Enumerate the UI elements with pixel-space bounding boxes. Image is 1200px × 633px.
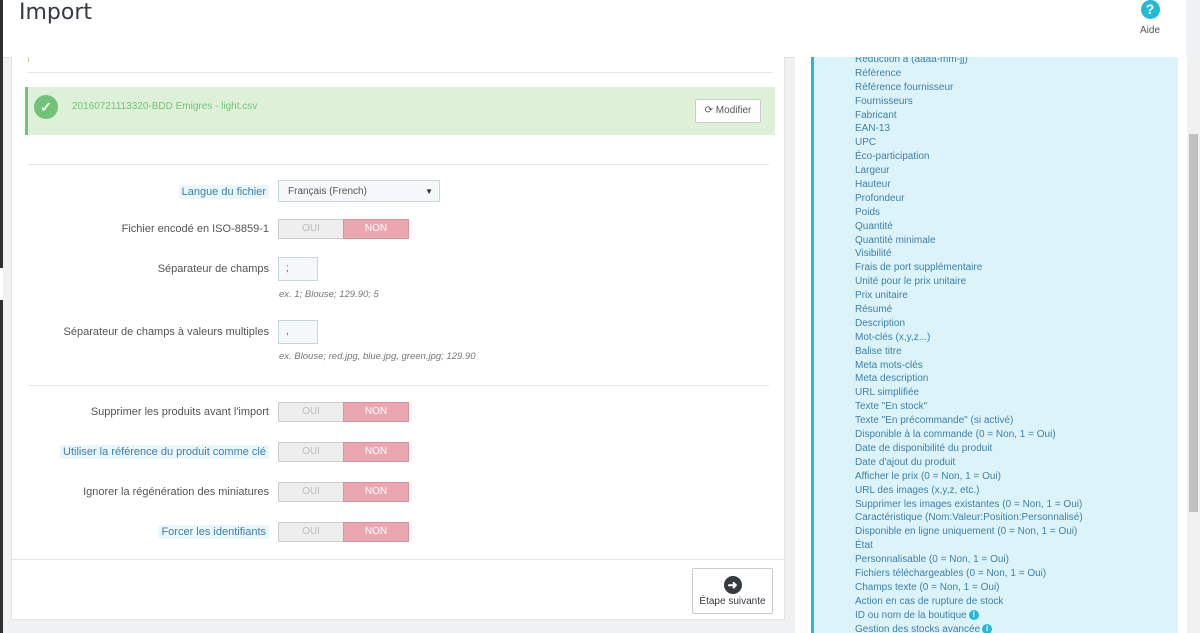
caret-down-icon: ▼	[425, 187, 433, 196]
import-settings-panel: ✓ 20160721113320-BDD Emigres - light.csv…	[11, 57, 785, 620]
next-step-button[interactable]: ➜ Étape suivante	[692, 568, 773, 614]
iso-toggle: OUI NON	[278, 219, 409, 239]
iso-no[interactable]: NON	[343, 219, 409, 239]
field-list-item: Date d'ajout du produit	[855, 456, 956, 468]
info-icon[interactable]: i	[968, 609, 979, 620]
field-list-item: Prix unitaire	[855, 290, 908, 302]
field-list-item: Fournisseurs	[855, 95, 913, 107]
use-reference-label: Utiliser la référence du produit comme c…	[60, 445, 269, 459]
field-list-item: Afficher le prix (0 = Non, 1 = Oui)	[855, 470, 1001, 482]
field-list-item: Unité pour le prix unitaire	[855, 276, 967, 288]
check-icon: ✓	[34, 95, 58, 119]
field-list-item: Caractéristique (Nom:Valeur:Position:Per…	[855, 512, 1083, 524]
field-list-item: Disponible en ligne uniquement (0 = Non,…	[855, 526, 1078, 538]
language-label: Langue du fichier	[178, 185, 269, 199]
multi-separator-hint: ex. Blouse; red.jpg, blue.jpg, green.jpg…	[279, 351, 476, 362]
uploaded-file-box: ✓ 20160721113320-BDD Emigres - light.csv…	[25, 87, 775, 135]
left-edge-bar	[0, 0, 3, 633]
arrow-right-icon: ➜	[723, 576, 742, 594]
help-button[interactable]: ? Aide	[1128, 0, 1172, 36]
refresh-icon: ⟳	[704, 105, 714, 116]
field-list: Réduction à (aaaa-mm-jj) Référence Référen…	[855, 57, 1083, 633]
field-list-item: Action en cas de rupture de stock	[855, 595, 1004, 607]
field-list-item: Personnalisable (0 = Non, 1 = Oui)	[855, 554, 1009, 566]
field-list-item: Hauteur	[855, 179, 891, 191]
top-divider	[28, 57, 772, 73]
field-list-item: Référence	[855, 67, 902, 79]
question-icon: ?	[1140, 0, 1160, 19]
field-list-item: ID ou nom de la boutique i	[855, 609, 1083, 623]
next-step-label: Étape suivante	[699, 596, 766, 607]
info-icon[interactable]: i	[982, 623, 993, 633]
page-title: Import	[19, 0, 93, 25]
help-label: Aide	[1139, 25, 1160, 36]
field-list-item: Visibilité	[855, 248, 892, 260]
language-value: Français (French)	[288, 186, 367, 197]
field-list-item: Gestion des stocks avancée i	[855, 623, 1083, 633]
field-list-item: Résumé	[855, 304, 893, 316]
page-header: Import ? Aide	[3, 0, 1186, 58]
field-list-item: État	[855, 540, 873, 552]
field-list-item: Disponible à la commande (0 = Non, 1 = O…	[855, 429, 1056, 441]
field-list-item: Frais de port supplémentaire	[855, 262, 983, 274]
multi-separator-input[interactable]: ,	[278, 320, 318, 344]
field-list-item: EAN-13	[855, 123, 891, 135]
scrollbar-thumb[interactable]	[1189, 134, 1198, 512]
multi-separator-label: Séparateur de champs à valeurs multiples	[63, 326, 269, 338]
field-list-item: URL des images (x,y,z, etc.)	[855, 484, 980, 496]
modify-file-button[interactable]: ⟳ Modifier	[695, 99, 761, 123]
delete-products-toggle: OUI NON	[278, 402, 409, 422]
use-reference-toggle: OUI NON	[278, 442, 409, 462]
field-list-item: Supprimer les images existantes (0 = Non…	[855, 498, 1083, 510]
skip-thumbnails-toggle: OUI NON	[278, 482, 409, 502]
separator-label: Séparateur de champs	[157, 263, 269, 275]
field-list-item: Profondeur	[855, 192, 905, 204]
available-fields-panel: Réduction à (aaaa-mm-jj) Référence Référen…	[795, 57, 1187, 633]
skip-thumbnails-no[interactable]: NON	[343, 482, 409, 502]
field-list-item: UPC	[855, 137, 877, 149]
use-reference-yes[interactable]: OUI	[278, 442, 343, 462]
field-list-item: Description	[855, 317, 906, 329]
language-select[interactable]: Français (French) ▼	[278, 180, 440, 202]
field-list-item: Poids	[855, 206, 881, 218]
field-list-item: Quantité	[855, 220, 893, 232]
divider	[28, 385, 769, 386]
delete-products-no[interactable]: NON	[343, 402, 409, 422]
divider	[28, 164, 769, 165]
iso-yes[interactable]: OUI	[278, 219, 343, 239]
delete-products-label: Supprimer les produits avant l'import	[90, 406, 269, 418]
separator-hint: ex. 1; Blouse; 129.90; 5	[279, 289, 379, 300]
field-list-item: Fabricant	[855, 109, 897, 121]
field-list-item: Référence fournisseur	[855, 81, 954, 93]
force-ids-label: Forcer les identifiants	[158, 525, 269, 539]
field-list-item: Champs texte (0 = Non, 1 = Oui)	[855, 581, 1000, 593]
field-list-item: Balise titre	[855, 345, 902, 357]
field-list-item: Meta description	[855, 373, 929, 385]
available-fields-box: Réduction à (aaaa-mm-jj) Référence Référen…	[811, 57, 1178, 633]
field-list-item: Texte "En précommande" (si activé)	[855, 415, 1014, 427]
field-list-item: Meta mots-clés	[855, 359, 923, 371]
separator-input[interactable]: ;	[278, 257, 318, 281]
field-list-item: Éco-participation	[855, 151, 930, 163]
field-list-item: Quantité minimale	[855, 234, 936, 246]
use-reference-no[interactable]: NON	[343, 442, 409, 462]
force-ids-toggle: OUI NON	[278, 522, 409, 542]
iso-label: Fichier encodé en ISO-8859-1	[121, 223, 269, 235]
force-ids-yes[interactable]: OUI	[278, 522, 343, 542]
field-list-item: Largeur	[855, 165, 890, 177]
field-list-item: Texte "En stock"	[855, 401, 928, 413]
field-list-item: Mot-clés (x,y,z...)	[855, 331, 931, 343]
field-list-item: URL simplifiée	[855, 387, 920, 399]
footer-divider	[12, 559, 784, 560]
field-list-item: Date de disponibilité du produit	[855, 442, 993, 454]
skip-thumbnails-label: Ignorer la régénération des miniatures	[83, 486, 269, 498]
modify-label: Modifier	[715, 105, 752, 116]
delete-products-yes[interactable]: OUI	[278, 402, 343, 422]
scrollbar[interactable]	[1187, 57, 1200, 633]
force-ids-no[interactable]: NON	[343, 522, 409, 542]
field-list-item: Fichiers téléchargeables (0 = Non, 1 = O…	[855, 567, 1047, 579]
field-list-item: Réduction à (aaaa-mm-jj)	[855, 57, 968, 65]
file-name: 20160721113320-BDD Emigres - light.csv	[72, 101, 258, 112]
skip-thumbnails-yes[interactable]: OUI	[278, 482, 343, 502]
